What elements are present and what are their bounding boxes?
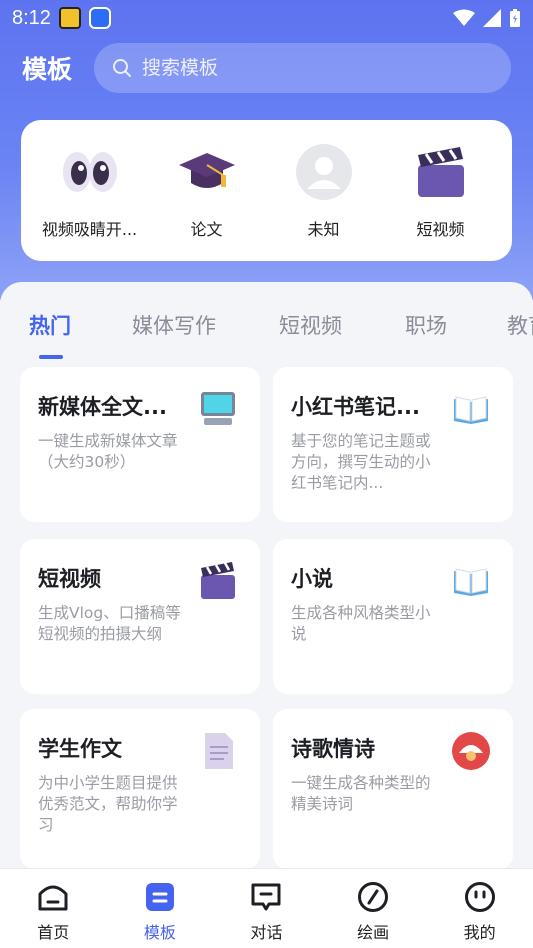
category-label: 未知 [307,220,340,239]
template-card[interactable]: 新媒体全文... 一键生成新媒体文章（大约30秒） [20,367,260,522]
nav-label: 绘画 [357,923,390,942]
card-description: 一键生成新媒体文章（大约30秒） [38,432,178,471]
category-short-video[interactable]: 短视频 [382,120,499,261]
nav-paint[interactable]: 绘画 [320,869,427,948]
signal-icon [483,9,501,27]
header: 模板 [0,42,533,94]
chat-icon [249,881,283,913]
template-card[interactable]: 短视频 生成Vlog、口播稿等短视频的拍摄大纲 [20,539,260,694]
nav-label: 我的 [463,923,496,942]
card-description: 生成Vlog、口播稿等短视频的拍摄大纲 [38,604,181,643]
bottom-navigation: 首页 模板 对话 绘画 我的 [0,868,533,948]
nav-home[interactable]: 首页 [0,869,107,948]
wifi-icon [453,9,475,26]
nav-chat[interactable]: 对话 [213,869,320,948]
card-title: 诗歌情诗 [291,737,375,761]
nav-label: 首页 [37,923,70,942]
page-title: 模板 [22,55,73,84]
template-card[interactable]: 学生作文 为中小学生题目提供优秀范文，帮助你学习 [20,709,260,868]
paint-icon [356,881,390,913]
card-description: 一键生成各种类型的精美诗词 [291,774,431,813]
category-paper[interactable]: 论文 [148,120,265,261]
document-icon [205,733,233,769]
graduation-cap-icon [177,142,237,202]
avatar-placeholder-icon [294,142,354,202]
card-description: 基于您的笔记主题或方向，撰写生动的小红书笔记内... [291,432,431,492]
category-label: 论文 [190,220,223,239]
category-eyes[interactable]: 视频吸睛开... [31,120,148,261]
card-title: 学生作文 [38,737,122,761]
status-time: 8:12 [12,6,51,29]
category-label: 短视频 [416,220,465,239]
card-title: 新媒体全文... [38,395,167,419]
template-icon [143,881,177,913]
tab-short-video[interactable]: 短视频 [279,310,342,340]
category-shortcuts: 视频吸睛开... 论文 未知 短视频 [21,120,512,261]
tab-bar: 热门 媒体写作 短视频 职场 教育 [0,282,533,362]
card-description: 为中小学生题目提供优秀范文，帮助你学习 [38,774,178,834]
tab-education[interactable]: 教育 [507,310,533,340]
nav-label: 对话 [250,923,283,942]
card-title: 短视频 [38,567,101,591]
clapperboard-icon [201,562,235,599]
open-book-icon [454,568,488,596]
profile-icon [463,881,497,913]
home-icon [36,881,70,913]
battery-icon [510,9,520,27]
computer-icon [201,392,235,425]
search-icon [113,59,131,77]
card-title: 小说 [291,567,333,591]
tab-workplace[interactable]: 职场 [405,310,447,340]
active-tab-indicator [39,355,63,359]
template-card[interactable]: 小说 生成各种风格类型小说 [273,539,513,694]
category-unknown[interactable]: 未知 [265,120,382,261]
template-panel: 热门 媒体写作 短视频 职场 教育 新媒体全文... 一键生成新媒体文章（大约3… [0,282,533,868]
category-label: 视频吸睛开... [41,220,138,239]
card-title: 小红书笔记... [291,395,420,419]
nav-profile[interactable]: 我的 [426,869,533,948]
card-description: 生成各种风格类型小说 [291,604,431,643]
tab-media-writing[interactable]: 媒体写作 [132,310,216,340]
clapperboard-icon [411,142,471,202]
nav-label: 模板 [143,923,176,942]
eyes-icon [60,142,120,202]
template-card[interactable]: 诗歌情诗 一键生成各种类型的精美诗词 [273,709,513,868]
poetry-fan-icon [452,732,490,770]
tab-hot[interactable]: 热门 [29,310,71,340]
notification-app-icon [58,7,81,29]
template-card[interactable]: 小红书笔记... 基于您的笔记主题或方向，撰写生动的小红书笔记内... [273,367,513,522]
open-book-icon [454,396,488,424]
search-input[interactable] [142,57,472,79]
nav-templates[interactable]: 模板 [107,869,214,948]
search-bar[interactable] [94,43,511,93]
notification-app-icon [88,7,111,29]
status-bar: 8:12 [0,0,533,36]
